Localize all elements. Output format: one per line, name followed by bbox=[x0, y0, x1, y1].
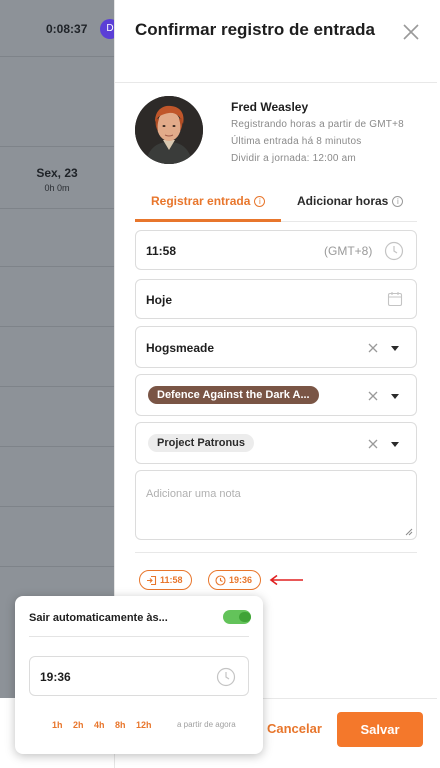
cancel-button[interactable]: Cancelar bbox=[267, 721, 322, 736]
divider bbox=[0, 326, 114, 327]
active-tab-indicator bbox=[135, 219, 281, 222]
divider bbox=[0, 566, 114, 567]
quick-options-note: a partir de agora bbox=[177, 720, 236, 729]
divider bbox=[0, 386, 114, 387]
background-day-label: Sex, 23 bbox=[36, 166, 78, 180]
save-button[interactable]: Salvar bbox=[337, 712, 423, 747]
header-divider bbox=[115, 82, 437, 83]
auto-clockout-time: 19:36 bbox=[40, 670, 71, 684]
user-name: Fred Weasley bbox=[231, 100, 309, 114]
background-day-hours: 0h 0m bbox=[44, 183, 70, 193]
divider bbox=[0, 446, 114, 447]
quick-option-1h[interactable]: 1h bbox=[52, 720, 63, 730]
tabs-divider bbox=[281, 221, 417, 222]
divider bbox=[0, 506, 114, 507]
tab-clock-in-label: Registrar entrada bbox=[151, 194, 251, 208]
clear-icon[interactable] bbox=[367, 342, 379, 354]
clear-icon[interactable] bbox=[367, 390, 379, 402]
quick-option-12h[interactable]: 12h bbox=[136, 720, 152, 730]
clock-out-icon bbox=[215, 575, 226, 586]
auto-clockout-toggle[interactable] bbox=[223, 610, 251, 624]
user-timezone-info: Registrando horas a partir de GMT+8 bbox=[231, 119, 404, 130]
close-icon[interactable] bbox=[401, 22, 421, 42]
divider bbox=[0, 208, 114, 209]
timezone-label: (GMT+8) bbox=[324, 244, 373, 258]
info-icon: i bbox=[254, 196, 266, 207]
activity-chip: Defence Against the Dark A... bbox=[148, 386, 319, 404]
divider bbox=[0, 56, 114, 57]
auto-clockout-time-field[interactable]: 19:36 bbox=[29, 656, 249, 696]
user-photo bbox=[135, 96, 203, 164]
tab-add-hours[interactable]: Adicionar horas i bbox=[297, 194, 404, 208]
clock-out-time: 19:36 bbox=[229, 575, 253, 585]
clock-icon[interactable] bbox=[384, 241, 404, 261]
quick-option-8h[interactable]: 8h bbox=[115, 720, 126, 730]
annotation-arrow-icon bbox=[269, 574, 303, 586]
activity-select[interactable]: Defence Against the Dark A... bbox=[135, 374, 417, 416]
project-chip: Project Patronus bbox=[148, 434, 255, 452]
divider bbox=[0, 146, 114, 147]
quick-option-2h[interactable]: 2h bbox=[73, 720, 84, 730]
chevron-down-icon[interactable] bbox=[391, 394, 399, 399]
date-value: Hoje bbox=[146, 293, 173, 307]
toggle-knob bbox=[239, 612, 251, 622]
auto-clockout-popup: Sair automaticamente às... 19:36 1h 2h 4… bbox=[15, 596, 263, 754]
background-timer: 0:08:37 bbox=[46, 22, 88, 36]
date-field[interactable]: Hoje bbox=[135, 279, 417, 319]
user-split-day: Dividir a jornada: 12:00 am bbox=[231, 153, 356, 164]
chevron-down-icon[interactable] bbox=[391, 346, 399, 351]
divider bbox=[0, 266, 114, 267]
clock-in-time: 11:58 bbox=[160, 575, 183, 585]
clock-in-icon bbox=[147, 575, 157, 586]
calendar-icon[interactable] bbox=[387, 291, 403, 307]
clock-icon[interactable] bbox=[216, 667, 236, 687]
avatar bbox=[135, 96, 203, 164]
note-textarea[interactable]: Adicionar uma nota bbox=[135, 470, 417, 540]
note-placeholder: Adicionar uma nota bbox=[146, 488, 241, 500]
clock-in-time-pill[interactable]: 11:58 bbox=[139, 570, 192, 590]
tab-add-hours-label: Adicionar horas bbox=[297, 194, 389, 208]
resize-handle-icon[interactable] bbox=[405, 528, 413, 536]
tab-clock-in[interactable]: Registrar entrada i bbox=[151, 194, 266, 208]
clear-icon[interactable] bbox=[367, 438, 379, 450]
info-icon: i bbox=[392, 196, 404, 207]
popup-divider bbox=[29, 636, 249, 637]
time-field[interactable]: 11:58 (GMT+8) bbox=[135, 230, 417, 270]
user-last-entry: Última entrada há 8 minutos bbox=[231, 136, 362, 147]
chevron-down-icon[interactable] bbox=[391, 442, 399, 447]
project-select[interactable]: Project Patronus bbox=[135, 422, 417, 464]
auto-clockout-title: Sair automaticamente às... bbox=[29, 612, 168, 624]
location-select[interactable]: Hogsmeade bbox=[135, 326, 417, 368]
section-divider bbox=[135, 552, 417, 553]
dialog-title: Confirmar registro de entrada bbox=[135, 20, 375, 39]
clock-out-time-pill[interactable]: 19:36 bbox=[208, 570, 262, 590]
quick-option-4h[interactable]: 4h bbox=[94, 720, 105, 730]
location-value: Hogsmeade bbox=[146, 341, 215, 355]
time-value: 11:58 bbox=[146, 244, 177, 258]
